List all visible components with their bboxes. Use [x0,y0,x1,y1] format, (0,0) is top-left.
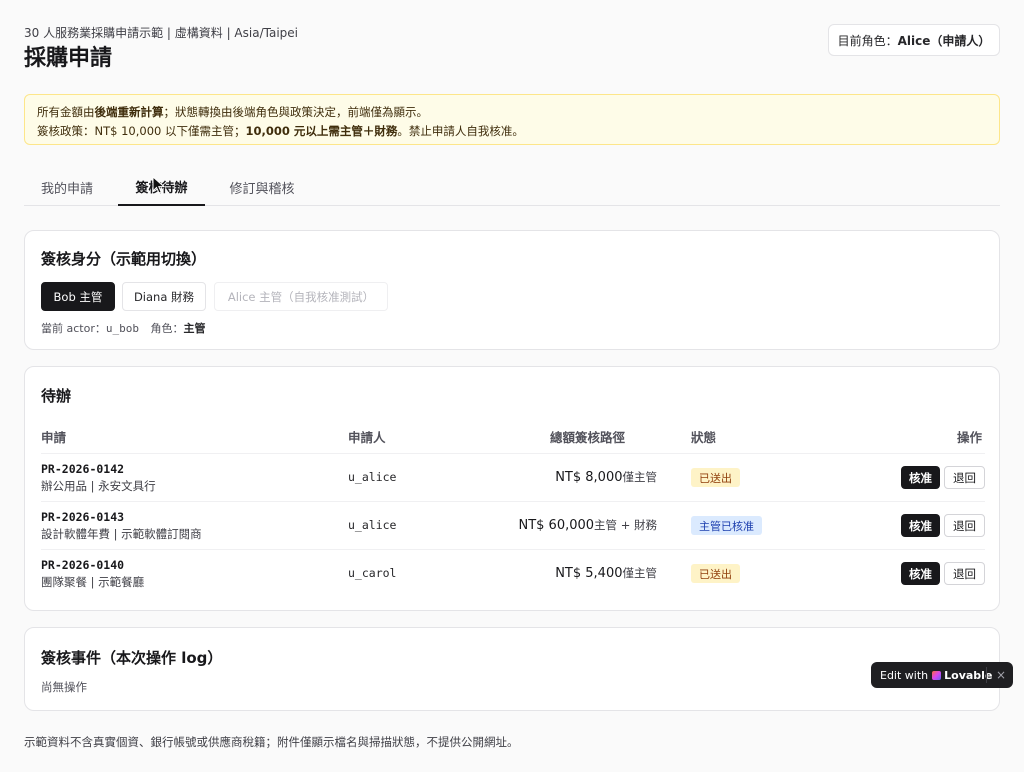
header-status: 狀態 [691,430,717,445]
role-name: Alice（申請人） [897,33,991,48]
edit-with-lovable-badge[interactable]: Edit with Lovable × [871,662,1013,688]
lovable-heart-icon [932,670,942,680]
actor-role-prefix: 角色： [150,322,184,335]
notice-line-1-part-1: 所有金額由 [37,105,95,119]
approval-path: 主管 + 財務 [594,518,657,532]
footer-disclaimer: 示範資料不含真實個資、銀行帳號或供應商稅籍；附件僅顯示檔名與掃描狀態，不提供公開… [24,735,519,749]
request-id: PR-2026-0140 [41,558,125,572]
status-badge: 已送出 [691,468,740,487]
return-button[interactable]: 退回 [944,562,985,585]
request-id: PR-2026-0142 [41,462,125,476]
status-badge: 已送出 [691,564,740,583]
policy-notice: 所有金額由後端重新計算；狀態轉換由後端角色與政策決定，前端僅為顯示。 簽核政策：… [24,94,1000,145]
approve-button[interactable]: 核准 [901,562,940,585]
current-actor-info: 當前 actor：u_bob 角色：主管 [41,320,205,336]
header-actions: 操作 [957,430,983,445]
current-role-badge: 目前角色： Alice（申請人） [828,24,1000,56]
actor-id: u_bob [105,322,139,335]
amount-path: NT$ 5,400僅主管 [555,565,657,581]
actor-info-prefix: 當前 actor： [41,322,106,335]
header-requester: 申請人 [348,430,386,445]
actor-switch-card: 簽核身分（示範用切換） Bob 主管 Diana 財務 Alice 主管（自我核… [24,230,1000,350]
page-title: 採購申請 [24,46,113,71]
tab-bar: 我的申請 簽核待辦 修訂與稽核 [24,168,1000,206]
actor-button-alice-self-approve: Alice 主管（自我核准測試） [214,282,388,311]
table-row: PR-2026-0140 團隊聚餐 | 示範餐廳 u_carol NT$ 5,4… [41,549,985,597]
log-empty-text: 尚無操作 [41,680,87,694]
role-prefix: 目前角色： [837,33,898,48]
table-row: PR-2026-0142 辦公用品 | 永安文具行 u_alice NT$ 8,… [41,453,985,501]
approval-path: 僅主管 [622,470,658,484]
actor-role: 主管 [183,322,206,335]
requester: u_alice [348,470,397,484]
table-row: PR-2026-0143 設計軟體年費 | 示範軟體訂閱商 u_alice NT… [41,501,985,549]
amount: NT$ 8,000 [555,470,623,485]
todo-card: 待辦 申請 申請人 總額簽核路徑 狀態 操作 PR-2026-0142 辦公用品… [24,366,1000,611]
tab-my-requests[interactable]: 我的申請 [24,168,110,206]
lovable-brand: Lovable [932,669,992,682]
actor-card-title: 簽核身分（示範用切換） [41,250,207,268]
header-amount-path: 總額簽核路徑 [550,430,626,445]
todo-card-title: 待辦 [41,387,72,405]
notice-line-2-part-1: 簽核政策：NT$ 10,000 以下僅需主管； [37,124,246,138]
requester: u_alice [348,518,397,532]
close-icon[interactable]: × [994,666,1008,684]
tab-revision-audit[interactable]: 修訂與稽核 [214,168,310,206]
page-subtitle: 30 人服務業採購申請示範 | 虛構資料 | Asia/Taipei [24,26,298,40]
approve-button[interactable]: 核准 [901,514,940,537]
header-request: 申請 [41,430,67,445]
notice-line-1-part-3: ；狀態轉換由後端角色與政策決定，前端僅為顯示。 [163,105,429,119]
amount-path: NT$ 8,000僅主管 [555,469,657,485]
amount-path: NT$ 60,000主管 + 財務 [518,517,657,533]
approval-path: 僅主管 [622,566,658,580]
request-desc: 團隊聚餐 | 示範餐廳 [41,575,145,589]
notice-line-2-part-3: 。禁止申請人自我核准。 [397,124,524,138]
notice-line-2-part-2: 10,000 元以上需主管＋財務 [245,124,398,138]
notice-line-2: 簽核政策：NT$ 10,000 以下僅需主管；10,000 元以上需主管＋財務。… [37,122,987,141]
return-button[interactable]: 退回 [944,514,985,537]
requester: u_carol [348,566,397,580]
actor-button-bob[interactable]: Bob 主管 [41,282,115,311]
notice-line-1-part-2: 後端重新計算 [94,105,164,119]
return-button[interactable]: 退回 [944,466,985,489]
approval-log-card: 簽核事件（本次操作 log） 尚無操作 [24,627,1000,711]
status-badge: 主管已核准 [691,516,762,535]
lovable-prefix: Edit with [880,668,929,682]
request-desc: 辦公用品 | 永安文具行 [41,479,156,493]
notice-line-1: 所有金額由後端重新計算；狀態轉換由後端角色與政策決定，前端僅為顯示。 [37,103,987,122]
request-desc: 設計軟體年費 | 示範軟體訂閱商 [41,527,202,541]
actor-button-diana[interactable]: Diana 財務 [122,282,206,311]
cursor-arrow-icon [152,176,166,194]
amount: NT$ 5,400 [555,566,623,581]
lovable-divider [986,667,987,683]
amount: NT$ 60,000 [518,518,595,533]
approve-button[interactable]: 核准 [901,466,940,489]
log-card-title: 簽核事件（本次操作 log） [41,649,223,667]
request-id: PR-2026-0143 [41,510,125,524]
